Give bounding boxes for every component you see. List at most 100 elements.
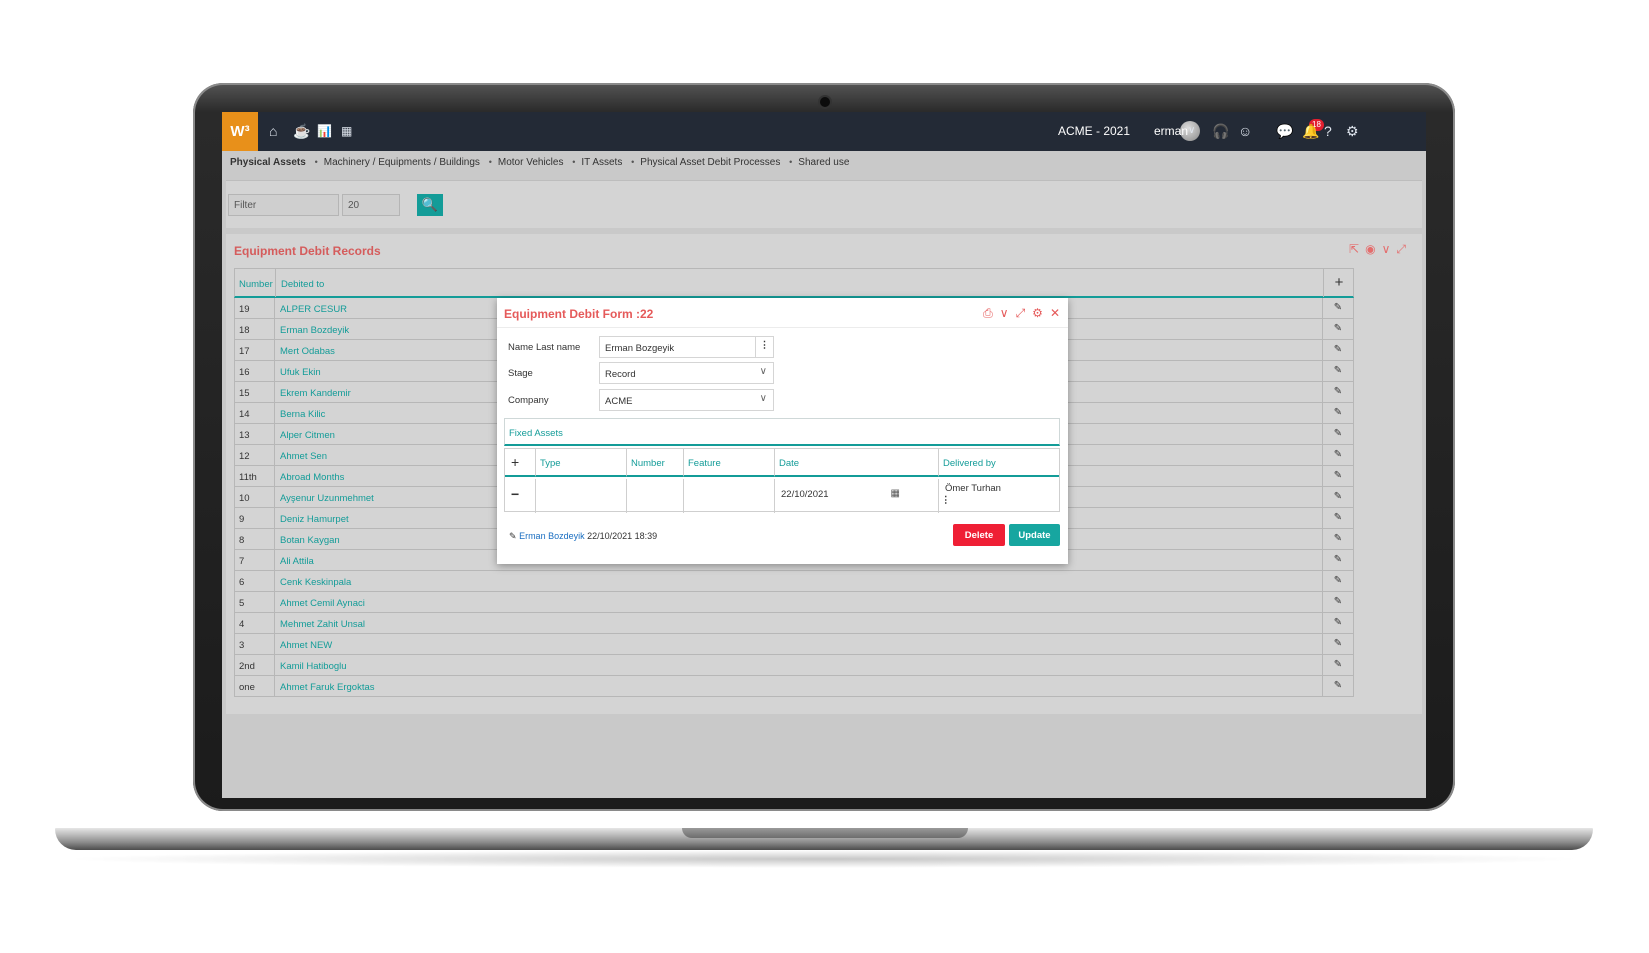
modal-title: Equipment Debit Form :22 [504, 307, 654, 321]
pencil-icon[interactable]: ✎ [1323, 487, 1354, 508]
row-number: 8 [234, 529, 275, 550]
number-cell[interactable] [627, 479, 684, 513]
export-icon[interactable]: ⇱ [1349, 242, 1365, 256]
page-size-input[interactable]: 20 [342, 194, 400, 216]
column-date: Date [775, 449, 939, 477]
name-field[interactable]: Erman Bozgeyik ⋮ [599, 336, 774, 358]
row-debited-to[interactable]: Ahmet Cemil Aynaci [275, 592, 1323, 613]
headset-icon[interactable]: 🎧 [1212, 123, 1229, 139]
chevron-down-icon: ∨ [759, 393, 767, 404]
delivered-by-value: Ömer Turhan [945, 483, 1001, 494]
feature-cell[interactable] [684, 479, 775, 513]
row-debited-to[interactable]: Ahmet Faruk Ergoktas [275, 676, 1323, 697]
app-logo[interactable]: W³ [222, 112, 258, 151]
pencil-icon[interactable]: ✎ [1323, 424, 1354, 445]
app-screen: W³ ⌂ ☕ 📊 ▦ ACME - 2021 erman ∨ 🎧 ☺ 18 💬 … [222, 112, 1426, 798]
row-number: 2nd [234, 655, 275, 676]
stage-select[interactable]: Record ∨ [599, 362, 774, 384]
breadcrumb-motor-vehicles[interactable]: Motor Vehicles [498, 157, 564, 168]
chevron-down-icon: ∨ [759, 366, 767, 377]
company-period[interactable]: ACME - 2021 [1058, 124, 1130, 138]
row-debited-to[interactable]: Ahmet NEW [275, 634, 1323, 655]
equipment-debit-form-modal: Equipment Debit Form :22 ⎙ ∨ ⤢ ⚙ ✕ Name Last… [497, 298, 1068, 564]
remove-row-button[interactable]: − [505, 479, 536, 513]
column-number[interactable]: Number [235, 269, 276, 297]
pencil-icon[interactable]: ✎ [1323, 361, 1354, 382]
calendar-icon[interactable]: ▦ [891, 488, 900, 499]
date-cell[interactable]: 22/10/2021 ▦ [775, 479, 939, 513]
table-row[interactable]: 4 Mehmet Zahit Unsal ✎ [234, 613, 1354, 634]
pencil-icon[interactable]: ✎ [1323, 403, 1354, 424]
filter-input[interactable]: Filter [228, 194, 339, 216]
calendar-icon[interactable]: ▦ [341, 123, 352, 139]
breadcrumb-debit-processes[interactable]: Physical Asset Debit Processes [640, 157, 780, 168]
edited-by-link[interactable]: Erman Bozdeyik [519, 531, 585, 541]
row-debited-to[interactable]: Mehmet Zahit Unsal [275, 613, 1323, 634]
expand-icon[interactable]: ⤢ [1396, 242, 1412, 256]
breadcrumb-it-assets[interactable]: IT Assets [581, 157, 622, 168]
user-name[interactable]: erman [1154, 124, 1188, 138]
column-type: Type [536, 449, 627, 477]
close-icon[interactable]: ✕ [1050, 306, 1060, 320]
pencil-icon[interactable]: ✎ [1323, 298, 1354, 319]
pencil-icon[interactable]: ✎ [1323, 445, 1354, 466]
bell-icon[interactable]: 🔔 [1302, 123, 1319, 139]
add-row-button[interactable]: + [505, 449, 536, 477]
chevron-down-icon[interactable]: ∨ [1188, 123, 1195, 139]
smiley-icon[interactable]: ☺ [1238, 123, 1252, 139]
edited-timestamp: 22/10/2021 18:39 [587, 531, 658, 541]
eye-icon[interactable]: ◉ [1365, 242, 1381, 256]
column-debited-to[interactable]: Debited to [276, 269, 1324, 297]
more-options-icon[interactable]: ⋮ [755, 337, 773, 357]
modal-actions: ⎙ ∨ ⤢ ⚙ ✕ [976, 306, 1060, 321]
row-debited-to[interactable]: Kamil Hatiboglu [275, 655, 1323, 676]
row-number: 4 [234, 613, 275, 634]
row-debited-to[interactable]: Cenk Keskinpala [275, 571, 1323, 592]
expand-icon[interactable]: ⤢ [1016, 306, 1026, 320]
pencil-icon[interactable]: ✎ [1323, 319, 1354, 340]
collapse-icon[interactable]: ∨ [1382, 242, 1397, 256]
company-select[interactable]: ACME ∨ [599, 389, 774, 411]
home-icon[interactable]: ⌂ [269, 123, 277, 139]
row-number: 7 [234, 550, 275, 571]
pencil-icon[interactable]: ✎ [1323, 382, 1354, 403]
coffee-icon[interactable]: ☕ [293, 123, 310, 139]
pencil-icon[interactable]: ✎ [1323, 592, 1354, 613]
table-row[interactable]: one Ahmet Faruk Ergoktas ✎ [234, 676, 1354, 697]
gear-icon[interactable]: ⚙ [1032, 306, 1043, 320]
table-row[interactable]: 2nd Kamil Hatiboglu ✎ [234, 655, 1354, 676]
breadcrumb-shared-use[interactable]: Shared use [798, 157, 849, 168]
pencil-icon[interactable]: ✎ [1323, 508, 1354, 529]
row-number: 13 [234, 424, 275, 445]
pencil-icon[interactable]: ✎ [1323, 655, 1354, 676]
pencil-icon[interactable]: ✎ [1323, 613, 1354, 634]
record-meta: ✎ Erman Bozdeyik 22/10/2021 18:39 [509, 531, 657, 542]
chat-icon[interactable]: 💬 [1276, 123, 1293, 139]
chevron-down-icon[interactable]: ∨ [1000, 306, 1009, 320]
add-record-button[interactable]: + [1323, 269, 1354, 297]
delete-button[interactable]: Delete [953, 524, 1005, 546]
pencil-icon[interactable]: ✎ [1323, 676, 1354, 697]
pencil-icon[interactable]: ✎ [1323, 529, 1354, 550]
pencil-icon[interactable]: ✎ [1323, 571, 1354, 592]
filter-panel: Filter 20 🔍 [226, 180, 1422, 228]
table-row[interactable]: 3 Ahmet NEW ✎ [234, 634, 1354, 655]
update-button[interactable]: Update [1009, 524, 1060, 546]
pencil-icon[interactable]: ✎ [1323, 340, 1354, 361]
pencil-icon[interactable]: ✎ [1323, 634, 1354, 655]
table-row[interactable]: 5 Ahmet Cemil Aynaci ✎ [234, 592, 1354, 613]
delivered-by-cell[interactable]: Ömer Turhan ⋮ [939, 479, 1059, 513]
more-options-icon[interactable]: ⋮ [941, 495, 951, 506]
breadcrumb-physical-assets[interactable]: Physical Assets [230, 157, 306, 168]
breadcrumb-machinery[interactable]: Machinery / Equipments / Buildings [324, 157, 480, 168]
type-cell[interactable] [536, 479, 627, 513]
gear-icon[interactable]: ⚙ [1346, 123, 1359, 139]
pencil-icon[interactable]: ✎ [1323, 466, 1354, 487]
bar-chart-icon[interactable]: 📊 [317, 123, 332, 139]
table-row[interactable]: 6 Cenk Keskinpala ✎ [234, 571, 1354, 592]
print-icon[interactable]: ⎙ [983, 306, 993, 320]
help-icon[interactable]: ? [1324, 123, 1332, 139]
row-number: 14 [234, 403, 275, 424]
search-button[interactable]: 🔍 [417, 194, 443, 216]
pencil-icon[interactable]: ✎ [1323, 550, 1354, 571]
